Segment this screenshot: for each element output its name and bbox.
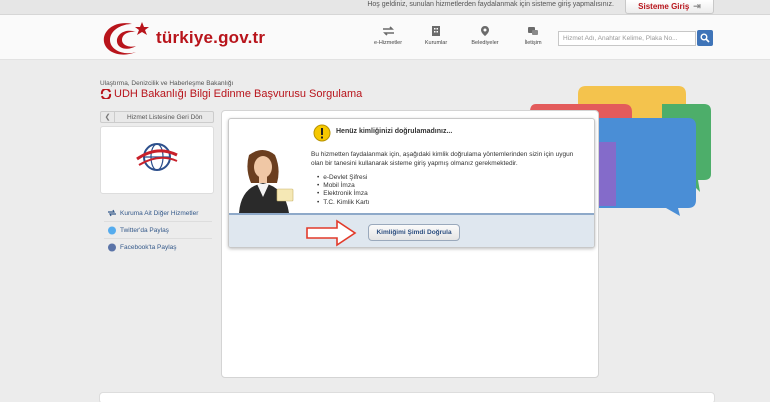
auth-methods-list: e-Devlet Şifresi Mobil İmza Elektronik İ… <box>317 174 370 207</box>
notice-description: Bu hizmetten faydalanmak için, aşağıdaki… <box>311 151 574 167</box>
nav-e-hizmetler[interactable]: e-Hizmetler <box>366 25 410 46</box>
nav-belediyeler[interactable]: Belediyeler <box>463 25 507 46</box>
back-to-list-button[interactable]: ❮ Hizmet Listesine Geri Dön <box>100 111 214 123</box>
sidebar-link-facebook[interactable]: Facebook'ta Paylaş <box>107 243 177 252</box>
chevron-left-icon: ❮ <box>101 112 115 122</box>
sidebar-link-other-services[interactable]: Kuruma Ait Diğer Hizmetler <box>107 209 198 217</box>
divider <box>104 238 212 239</box>
page-title-text: UDH Bakanlığı Bilgi Edinme Başvurusu Sor… <box>114 88 363 100</box>
logo-text: türkiye.gov.tr <box>156 28 266 47</box>
institution-logo-box <box>100 126 214 194</box>
top-strip: Hoş geldiniz, sunulan hizmetlerden fayda… <box>0 0 770 15</box>
login-button[interactable]: Sisteme Giriş ⇥ <box>625 0 714 14</box>
person-illustration <box>239 150 294 213</box>
arrow-right-icon <box>306 219 357 247</box>
nav-kurumlar[interactable]: Kurumlar <box>414 25 458 46</box>
sidebar-link-label: Twitter'da Paylaş <box>120 227 169 234</box>
nav-label: Kurumlar <box>424 40 448 46</box>
site-header: türkiye.gov.tr e-Hizmetler Kurumlar Bele… <box>0 15 770 60</box>
arrows-icon <box>108 209 116 217</box>
nav-label: e-Hizmetler <box>373 40 403 46</box>
site-logo[interactable]: türkiye.gov.tr <box>100 18 300 58</box>
divider <box>104 221 212 222</box>
verify-identity-button[interactable]: Kimliğimi Şimdi Doğrula <box>368 224 460 241</box>
warning-icon <box>313 124 331 142</box>
list-item: Elektronik İmza <box>317 190 370 198</box>
search-button[interactable] <box>697 30 713 46</box>
refresh-icon <box>100 89 112 99</box>
login-label: Sisteme Giriş <box>638 2 690 11</box>
welcome-text: Hoş geldiniz, sunulan hizmetlerden fayda… <box>367 1 614 8</box>
search-placeholder: Hizmet Adı, Anahtar Kelime, Plaka No... <box>563 35 678 42</box>
building-icon <box>432 26 440 36</box>
sidebar-link-label: Kuruma Ait Diğer Hizmetler <box>120 209 199 217</box>
crescent-star-icon <box>103 22 149 55</box>
ministry-logo-icon <box>136 143 178 171</box>
facebook-icon <box>108 243 116 252</box>
list-item: T.C. Kimlik Kartı <box>317 199 369 207</box>
arrows-icon <box>382 26 394 36</box>
sidebar-link-label: Facebook'ta Paylaş <box>120 244 177 251</box>
footer-card <box>99 392 715 402</box>
login-required-panel: Henüz kimliğinizi doğrulamadınız... Bu h… <box>228 118 595 248</box>
nav-label: İletişim <box>524 40 542 46</box>
sidebar-link-twitter[interactable]: Twitter'da Paylaş <box>107 226 169 235</box>
page-title: UDH Bakanlığı Bilgi Edinme Başvurusu Sor… <box>100 88 362 100</box>
twitter-icon <box>108 226 116 235</box>
search-input[interactable]: Hizmet Adı, Anahtar Kelime, Plaka No... <box>558 31 696 46</box>
contact-icon <box>528 27 538 35</box>
search-icon <box>700 33 710 43</box>
login-icon: ⇥ <box>693 1 701 11</box>
list-item: e-Devlet Şifresi <box>317 174 370 182</box>
breadcrumb[interactable]: Ulaştırma, Denizcilik ve Haberleşme Baka… <box>100 80 233 87</box>
pin-icon <box>481 26 489 36</box>
nav-iletisim[interactable]: İletişim <box>511 25 555 46</box>
nav-label: Belediyeler <box>471 40 499 46</box>
back-label: Hizmet Listesine Geri Dön <box>127 113 203 121</box>
notice-title: Henüz kimliğinizi doğrulamadınız... <box>336 128 453 135</box>
